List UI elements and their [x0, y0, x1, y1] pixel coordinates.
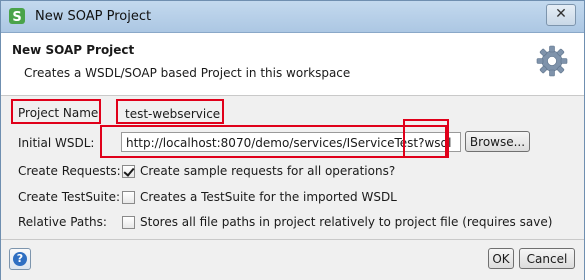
- close-button[interactable]: ✕: [546, 4, 576, 26]
- close-icon: ✕: [555, 6, 567, 22]
- relative-paths-text: Stores all file paths in project relativ…: [140, 215, 553, 229]
- wsdl-suffix-highlight: [403, 119, 449, 158]
- dialog-footer: ? OK Cancel: [1, 239, 584, 280]
- project-name-input-highlight: [116, 99, 224, 124]
- soapui-app-icon: S: [9, 8, 25, 25]
- window-title: New SOAP Project: [35, 9, 152, 24]
- title-bar[interactable]: S New SOAP Project ✕: [1, 1, 584, 33]
- dialog-header: New SOAP Project Creates a WSDL/SOAP bas…: [1, 33, 584, 96]
- create-testsuite-label: Create TestSuite:: [18, 190, 121, 204]
- create-requests-text: Create sample requests for all operation…: [140, 164, 396, 178]
- help-button[interactable]: ?: [9, 248, 31, 270]
- ok-button[interactable]: OK: [488, 248, 514, 269]
- help-icon: ?: [13, 252, 27, 266]
- relative-paths-checkbox[interactable]: [122, 216, 135, 229]
- gear-icon: [536, 45, 568, 77]
- initial-wsdl-label: Initial WSDL:: [18, 136, 95, 150]
- create-requests-label: Create Requests:: [18, 164, 121, 178]
- create-requests-checkbox[interactable]: [122, 165, 135, 178]
- create-testsuite-text: Creates a TestSuite for the imported WSD…: [140, 190, 397, 204]
- create-testsuite-checkbox[interactable]: [122, 191, 135, 204]
- new-soap-project-dialog: S New SOAP Project ✕ New SOAP Project Cr…: [0, 0, 585, 280]
- browse-button[interactable]: Browse...: [465, 131, 530, 152]
- header-title: New SOAP Project: [12, 43, 135, 57]
- header-description: Creates a WSDL/SOAP based Project in thi…: [24, 66, 351, 80]
- project-name-label-highlight: [11, 99, 101, 124]
- project-form: Project Name: test-webservice Initial WS…: [1, 96, 584, 236]
- relative-paths-label: Relative Paths:: [18, 215, 107, 229]
- svg-text:S: S: [12, 10, 21, 25]
- initial-wsdl-highlight: [100, 125, 447, 158]
- cancel-button[interactable]: Cancel: [519, 248, 575, 269]
